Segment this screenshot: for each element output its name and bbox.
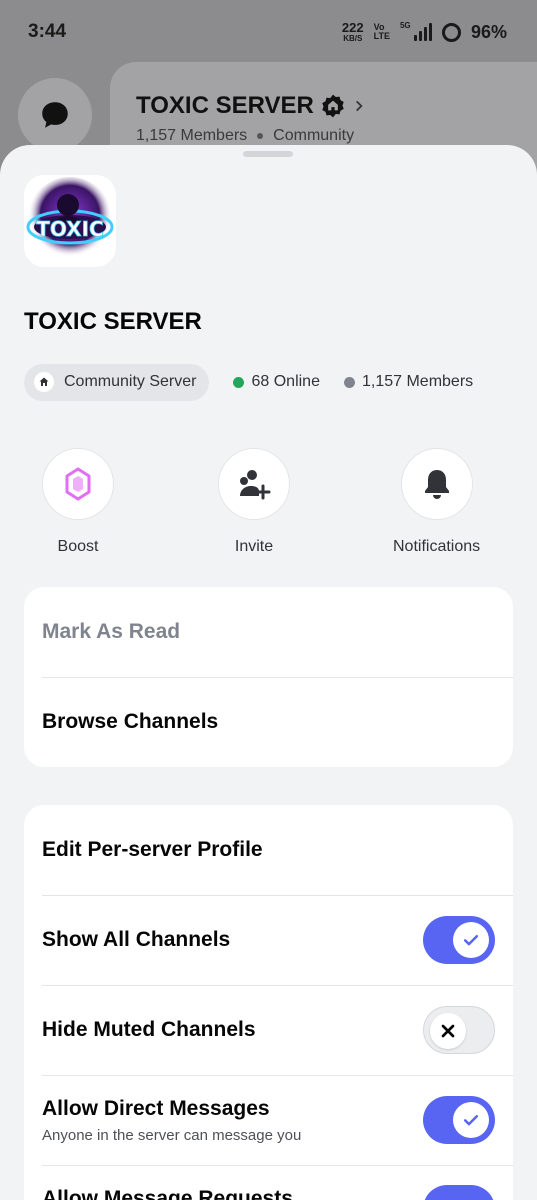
- status-time: 3:44: [28, 21, 67, 42]
- bell-icon: [424, 470, 449, 499]
- boost-gem-icon: [65, 467, 91, 501]
- allow-message-requests-label: Allow Message Requests: [42, 1187, 293, 1200]
- browse-channels-label: Browse Channels: [42, 710, 219, 733]
- online-dot-icon: [233, 376, 245, 388]
- community-server-chip[interactable]: Community Server: [24, 363, 210, 401]
- close-icon: [430, 1013, 466, 1049]
- edit-server-profile-label: Edit Per-server Profile: [42, 838, 263, 861]
- network-speed: 222 KB/S: [341, 19, 364, 43]
- invite-label: Invite: [234, 538, 274, 555]
- notifications-label: Notifications: [393, 538, 481, 555]
- mark-as-read-item[interactable]: Mark As Read: [24, 587, 513, 677]
- mark-as-read-label: Mark As Read: [42, 620, 181, 643]
- background-server-title: TOXIC SERVER: [136, 92, 366, 120]
- server-bottom-sheet: TOXIC TOXIC SERVER Community Server 68 O…: [0, 145, 537, 1200]
- hide-muted-channels-label: Hide Muted Channels: [42, 1018, 256, 1041]
- allow-direct-messages-label: Allow Direct Messages: [42, 1096, 270, 1120]
- battery-percent: 96%: [470, 21, 507, 42]
- boost-button[interactable]: Boost: [42, 448, 114, 556]
- background-server-subtitle: 1,157 Members Community: [136, 127, 355, 144]
- chevron-right-icon: [355, 100, 363, 112]
- server-name: TOXIC SERVER: [24, 308, 202, 335]
- server-icon-text: TOXIC: [36, 217, 103, 241]
- settings-menu: Edit Per-server Profile Show All Channel…: [24, 805, 513, 1200]
- community-badge-icon: [322, 94, 344, 118]
- member-dot-icon: [343, 376, 355, 388]
- show-all-channels-toggle[interactable]: [423, 916, 495, 964]
- browse-channels-item[interactable]: Browse Channels: [24, 677, 513, 767]
- hide-muted-channels-item[interactable]: Hide Muted Channels: [24, 985, 513, 1075]
- battery-icon: [441, 22, 461, 42]
- primary-menu: Mark As Read Browse Channels: [24, 587, 513, 767]
- allow-message-requests-item[interactable]: Allow Message Requests: [24, 1165, 513, 1200]
- server-icon: TOXIC: [24, 175, 116, 267]
- edit-server-profile-item[interactable]: Edit Per-server Profile: [24, 805, 513, 895]
- status-bar: 3:44 222 KB/S Vo LTE 5G 96%: [0, 0, 537, 64]
- online-count: 68 Online: [233, 373, 320, 391]
- member-count: 1,157 Members: [343, 373, 473, 391]
- show-all-channels-label: Show All Channels: [42, 928, 231, 951]
- boost-label: Boost: [57, 538, 99, 555]
- status-icons: 222 KB/S Vo LTE 5G 96%: [341, 19, 507, 43]
- show-all-channels-item[interactable]: Show All Channels: [24, 895, 513, 985]
- check-icon: [453, 922, 489, 958]
- server-stats: Community Server 68 Online 1,157 Members: [24, 363, 473, 401]
- allow-direct-messages-description: Anyone in the server can message you: [42, 1126, 302, 1144]
- home-icon: [34, 372, 54, 392]
- community-server-label: Community Server: [64, 373, 197, 390]
- allow-message-requests-toggle[interactable]: [423, 1185, 495, 1200]
- add-user-icon: [240, 470, 271, 500]
- hide-muted-channels-toggle[interactable]: [423, 1006, 495, 1054]
- quick-actions: Boost Invite Notifications: [0, 448, 537, 568]
- sheet-drag-handle[interactable]: [243, 151, 293, 157]
- chat-bubble-icon: [18, 78, 92, 152]
- allow-direct-messages-toggle[interactable]: [423, 1096, 495, 1144]
- check-icon: [453, 1102, 489, 1138]
- signal-icon: 5G: [400, 21, 432, 41]
- notifications-button[interactable]: Notifications: [393, 448, 480, 556]
- volte-indicator: Vo LTE: [373, 22, 390, 41]
- allow-direct-messages-item[interactable]: Allow Direct Messages Anyone in the serv…: [24, 1075, 513, 1165]
- invite-button[interactable]: Invite: [218, 448, 290, 556]
